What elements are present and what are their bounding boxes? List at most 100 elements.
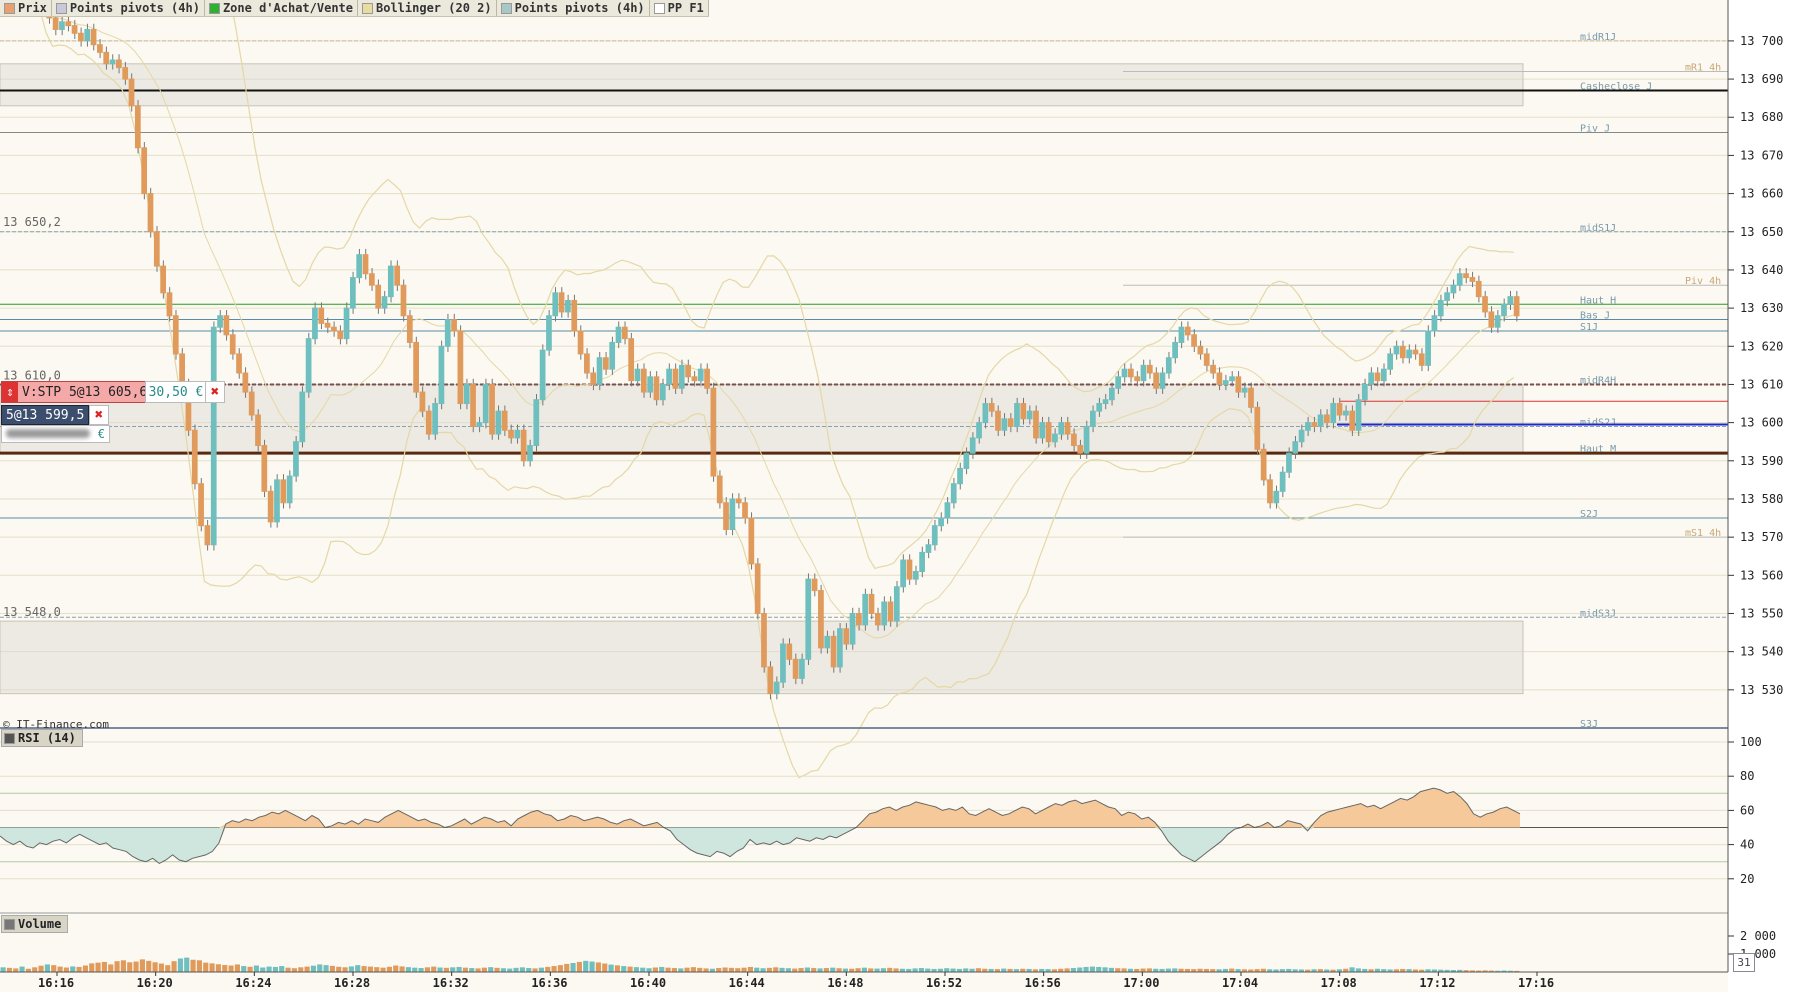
legend-item-5[interactable]: PP F1: [650, 0, 709, 16]
candle: [1159, 372, 1166, 389]
position-box[interactable]: 5@13 599,5: [1, 405, 90, 425]
candle: [1210, 364, 1216, 374]
volume-bar: [177, 958, 183, 972]
rsi-panel-label[interactable]: RSI (14): [1, 729, 83, 747]
candle: [609, 341, 616, 370]
volume-bar: [488, 967, 494, 972]
legend-item-3[interactable]: Bollinger (20 2): [358, 0, 497, 16]
volume-bar: [735, 968, 741, 972]
volume-bar: [298, 967, 304, 972]
candle: [640, 368, 647, 393]
candle: [444, 319, 451, 347]
volume-bar: [975, 968, 981, 972]
candle: [603, 357, 609, 370]
candle: [1399, 345, 1406, 359]
candle: [337, 330, 344, 340]
volume-bar: [190, 959, 196, 972]
candle: [1222, 380, 1229, 385]
candle: [463, 383, 470, 405]
candle: [52, 17, 59, 30]
candle: [1482, 296, 1488, 313]
rsi-tick-label: 60: [1740, 803, 1754, 817]
candle: [128, 78, 135, 107]
volume-bar: [38, 965, 44, 972]
candle: [1216, 372, 1223, 385]
candle: [1140, 364, 1147, 382]
volume-bar: [583, 960, 589, 972]
candle: [634, 368, 641, 382]
volume-bar: [1089, 966, 1095, 972]
candle: [425, 410, 432, 435]
candle: [849, 612, 856, 645]
candle: [786, 643, 793, 660]
pivot-label: Bas J: [1580, 311, 1610, 322]
volume-bar: [158, 963, 164, 972]
candle: [621, 326, 628, 340]
time-tick-label: 16:20: [137, 976, 173, 990]
volume-bar: [355, 965, 361, 972]
candle: [881, 601, 888, 626]
candle: [141, 147, 148, 195]
pivot-label: Haut M: [1580, 444, 1616, 455]
legend-item-0[interactable]: Prix: [0, 0, 52, 16]
candle: [432, 403, 438, 435]
volume-bar: [272, 966, 278, 972]
candle: [653, 376, 660, 401]
calendar-icon[interactable]: 31: [1733, 953, 1755, 972]
volume-bar: [1140, 968, 1146, 972]
rsi-swatch: [4, 732, 15, 744]
volume-bar: [684, 967, 690, 972]
candle: [261, 445, 268, 492]
legend-item-4[interactable]: Points pivots (4h): [497, 0, 650, 16]
position-currency: €: [97, 427, 105, 441]
price-tick-label: 13 650: [1740, 225, 1783, 239]
volume-bar: [443, 967, 449, 972]
candle: [1045, 422, 1052, 443]
close-position-icon[interactable]: ✖: [89, 405, 109, 425]
candle: [160, 265, 166, 294]
volume-bar: [456, 966, 462, 972]
volume-bar: [133, 961, 139, 972]
candle: [1197, 345, 1204, 355]
candle: [198, 483, 204, 527]
volume-bar: [418, 968, 424, 972]
candle: [400, 284, 407, 317]
candle: [748, 517, 755, 565]
candle: [90, 28, 97, 46]
legend-item-1[interactable]: Points pivots (4h): [52, 0, 205, 16]
legend-swatch: [4, 2, 15, 14]
candle: [957, 467, 963, 485]
candle: [1418, 353, 1425, 366]
volume-bar: [51, 965, 57, 972]
drag-handle-icon[interactable]: ⇕: [2, 382, 18, 402]
price-tick-label: 13 670: [1740, 148, 1783, 162]
volume-bar: [1115, 968, 1121, 972]
cancel-order-icon[interactable]: ✖: [205, 381, 225, 403]
stop-order-box[interactable]: ⇕ V:STP 5@13 605,6: [1, 381, 153, 403]
pivot-label: Piv 4h: [1685, 276, 1721, 287]
volume-bar: [728, 967, 734, 972]
candle: [912, 570, 919, 580]
volume-bar: [918, 968, 924, 972]
volume-bar: [399, 966, 405, 972]
legend-item-2[interactable]: Zone d'Achat/Vente: [205, 0, 358, 16]
candle: [1393, 345, 1400, 355]
volume-bar: [469, 968, 475, 972]
legend-label: Points pivots (4h): [514, 1, 645, 15]
pivot-label: Haut H: [1580, 295, 1616, 306]
legend-swatch: [55, 2, 67, 14]
volume-bar: [424, 967, 430, 972]
candle: [419, 391, 426, 412]
candle: [153, 231, 160, 267]
candle: [571, 299, 578, 332]
volume-panel-label[interactable]: Volume: [1, 915, 69, 933]
volume-bar: [627, 966, 633, 972]
candle: [1330, 403, 1337, 424]
volume-bar: [697, 967, 703, 972]
price-tick-label: 13 550: [1740, 606, 1783, 620]
volume-bar: [450, 967, 456, 972]
chart-canvas[interactable]: 13 530 13 540 13 550 13 560 13 570 13 580 13 5…: [0, 0, 1800, 992]
candle: [533, 399, 540, 447]
volume-bar: [652, 967, 658, 972]
volume-bar: [602, 963, 608, 972]
